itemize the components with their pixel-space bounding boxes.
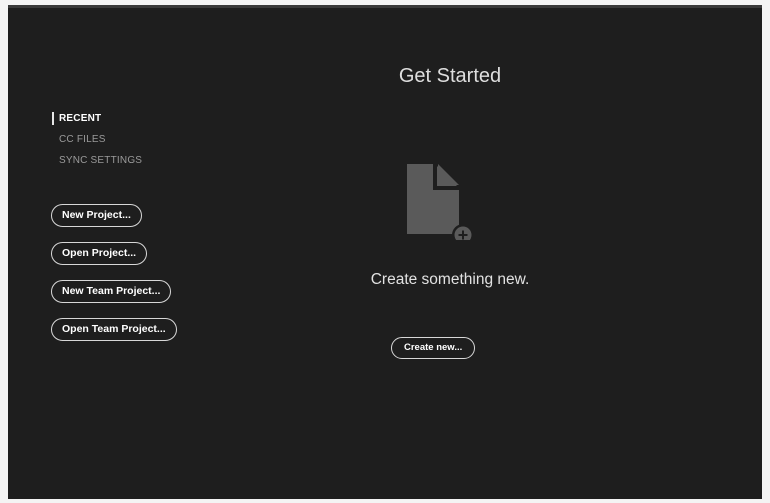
open-team-project-button[interactable]: Open Team Project...	[51, 318, 177, 341]
nav-item-sync-settings[interactable]: SYNC SETTINGS	[52, 150, 142, 171]
open-project-button[interactable]: Open Project...	[51, 242, 148, 265]
new-project-button[interactable]: New Project...	[51, 204, 142, 227]
sidebar-nav: RECENT CC FILES SYNC SETTINGS	[52, 108, 142, 171]
document-add-icon	[405, 164, 477, 246]
page-title: Get Started	[398, 65, 502, 87]
nav-item-cc-files[interactable]: CC FILES	[52, 129, 142, 150]
nav-item-recent[interactable]: RECENT	[52, 112, 142, 125]
empty-state-message: Create something new.	[370, 271, 530, 288]
create-new-button[interactable]: Create new...	[391, 337, 476, 359]
start-screen: RECENT CC FILES SYNC SETTINGS New Projec…	[8, 5, 762, 499]
